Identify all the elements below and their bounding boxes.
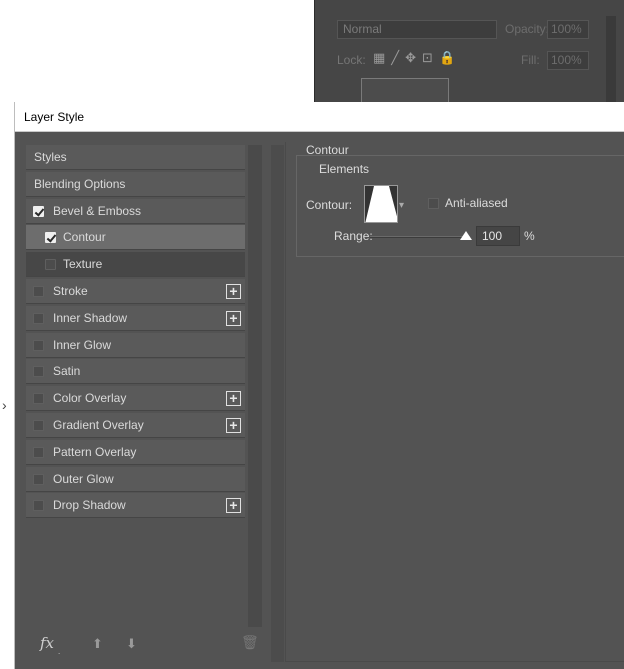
style-item-texture[interactable]: Texture	[26, 252, 245, 277]
lock-icons: ▦╱✥⊡🔒	[373, 50, 461, 66]
range-unit: %	[524, 229, 535, 243]
style-checkbox[interactable]	[33, 313, 44, 324]
panel-divider	[271, 145, 284, 662]
range-slider-handle[interactable]	[460, 231, 472, 240]
style-checkbox[interactable]	[33, 366, 44, 377]
lock-icon[interactable]: 🔒	[439, 50, 461, 65]
style-item-label: Blending Options	[34, 177, 126, 191]
style-checkbox[interactable]	[33, 420, 44, 431]
style-item-label: Styles	[34, 150, 67, 164]
style-checkbox[interactable]	[45, 232, 56, 243]
layers-panel: Normal Opacity: 100% Lock: ▦╱✥⊡🔒 Fill: 1…	[314, 0, 624, 108]
lock-label: Lock:	[337, 53, 366, 67]
style-item-label: Pattern Overlay	[53, 445, 137, 459]
style-item-stroke[interactable]: Stroke +	[26, 279, 245, 304]
style-item-color-overlay[interactable]: Color Overlay +	[26, 386, 245, 411]
style-item-label: Inner Glow	[53, 338, 112, 352]
move-down-icon[interactable]: ⬇	[126, 636, 137, 652]
add-style-icon[interactable]: +	[226, 311, 241, 326]
arrow-indicator-icon: ›	[2, 397, 7, 413]
style-item-styles[interactable]: Styles	[26, 145, 245, 170]
style-item-gradient-overlay[interactable]: Gradient Overlay +	[26, 413, 245, 438]
layer-style-dialog: Layer Style Styles Blending Options Bevel …	[14, 102, 624, 669]
anti-aliased-checkbox[interactable]	[428, 198, 439, 209]
range-label: Range:	[334, 229, 373, 243]
style-checkbox[interactable]	[33, 286, 44, 297]
layers-scrollbar[interactable]	[606, 16, 616, 108]
styles-list-scrollbar[interactable]	[248, 145, 262, 627]
style-checkbox[interactable]	[45, 259, 56, 270]
move-up-icon[interactable]: ⬆	[92, 636, 103, 652]
opacity-input[interactable]: 100%	[547, 20, 589, 39]
style-item-inner-glow[interactable]: Inner Glow	[26, 333, 245, 358]
opacity-label: Opacity:	[505, 22, 550, 36]
group-title: Elements	[317, 162, 372, 176]
style-item-label: Texture	[63, 257, 103, 271]
style-item-label: Color Overlay	[53, 391, 127, 405]
style-item-label: Inner Shadow	[53, 311, 128, 325]
style-checkbox[interactable]	[33, 474, 44, 485]
style-checkbox[interactable]	[33, 340, 44, 351]
trash-icon[interactable]: 🗑	[241, 634, 259, 651]
styles-list-toolbar: fx . ⬆ ⬇ 🗑	[26, 632, 261, 662]
style-item-inner-shadow[interactable]: Inner Shadow +	[26, 306, 245, 331]
contour-curve-picker[interactable]	[364, 185, 398, 223]
dialog-title: Layer Style	[15, 102, 624, 132]
style-checkbox[interactable]	[33, 393, 44, 404]
add-style-icon[interactable]: +	[226, 391, 241, 406]
style-item-contour[interactable]: Contour	[26, 225, 245, 250]
add-style-icon[interactable]: +	[226, 418, 241, 433]
style-item-label: Satin	[53, 364, 81, 378]
style-checkbox[interactable]	[33, 447, 44, 458]
style-item-blending-options[interactable]: Blending Options	[26, 172, 245, 197]
style-item-pattern-overlay[interactable]: Pattern Overlay	[26, 440, 245, 465]
fill-input[interactable]: 100%	[547, 51, 589, 70]
style-item-drop-shadow[interactable]: Drop Shadow +	[26, 493, 245, 518]
contour-label: Contour:	[306, 198, 353, 212]
style-item-label: Drop Shadow	[53, 498, 126, 512]
transparency-lock-icon[interactable]: ▦	[373, 50, 391, 65]
blend-mode-select[interactable]: Normal	[337, 20, 497, 39]
style-item-satin[interactable]: Satin	[26, 359, 245, 384]
style-item-label: Contour	[63, 230, 106, 244]
contour-settings-panel: Contour Elements Contour: ▾ Anti-aliased…	[285, 142, 624, 662]
style-item-outer-glow[interactable]: Outer Glow	[26, 467, 245, 492]
add-style-icon[interactable]: +	[226, 284, 241, 299]
add-style-icon[interactable]: +	[226, 498, 241, 513]
style-item-label: Outer Glow	[53, 472, 114, 486]
style-item-label: Stroke	[53, 284, 88, 298]
contour-curve-icon	[365, 186, 397, 222]
range-input[interactable]: 100	[476, 226, 520, 246]
fx-icon[interactable]: fx	[40, 634, 54, 652]
style-checkbox[interactable]	[33, 206, 44, 217]
style-item-label: Bevel & Emboss	[53, 204, 142, 218]
artboard-icon[interactable]: ⊡	[422, 50, 439, 65]
style-checkbox[interactable]	[33, 500, 44, 511]
style-item-label: Gradient Overlay	[53, 418, 144, 432]
styles-list: Styles Blending Options Bevel & Emboss Cont…	[26, 145, 245, 627]
fill-label: Fill:	[521, 53, 540, 67]
range-slider-track[interactable]	[370, 236, 470, 238]
fx-menu-dot: .	[58, 647, 61, 656]
style-item-bevel-emboss[interactable]: Bevel & Emboss	[26, 199, 245, 224]
anti-aliased-label: Anti-aliased	[445, 196, 508, 210]
brush-icon[interactable]: ╱	[391, 50, 405, 65]
move-icon[interactable]: ✥	[405, 50, 422, 65]
chevron-down-icon[interactable]: ▾	[399, 200, 404, 211]
